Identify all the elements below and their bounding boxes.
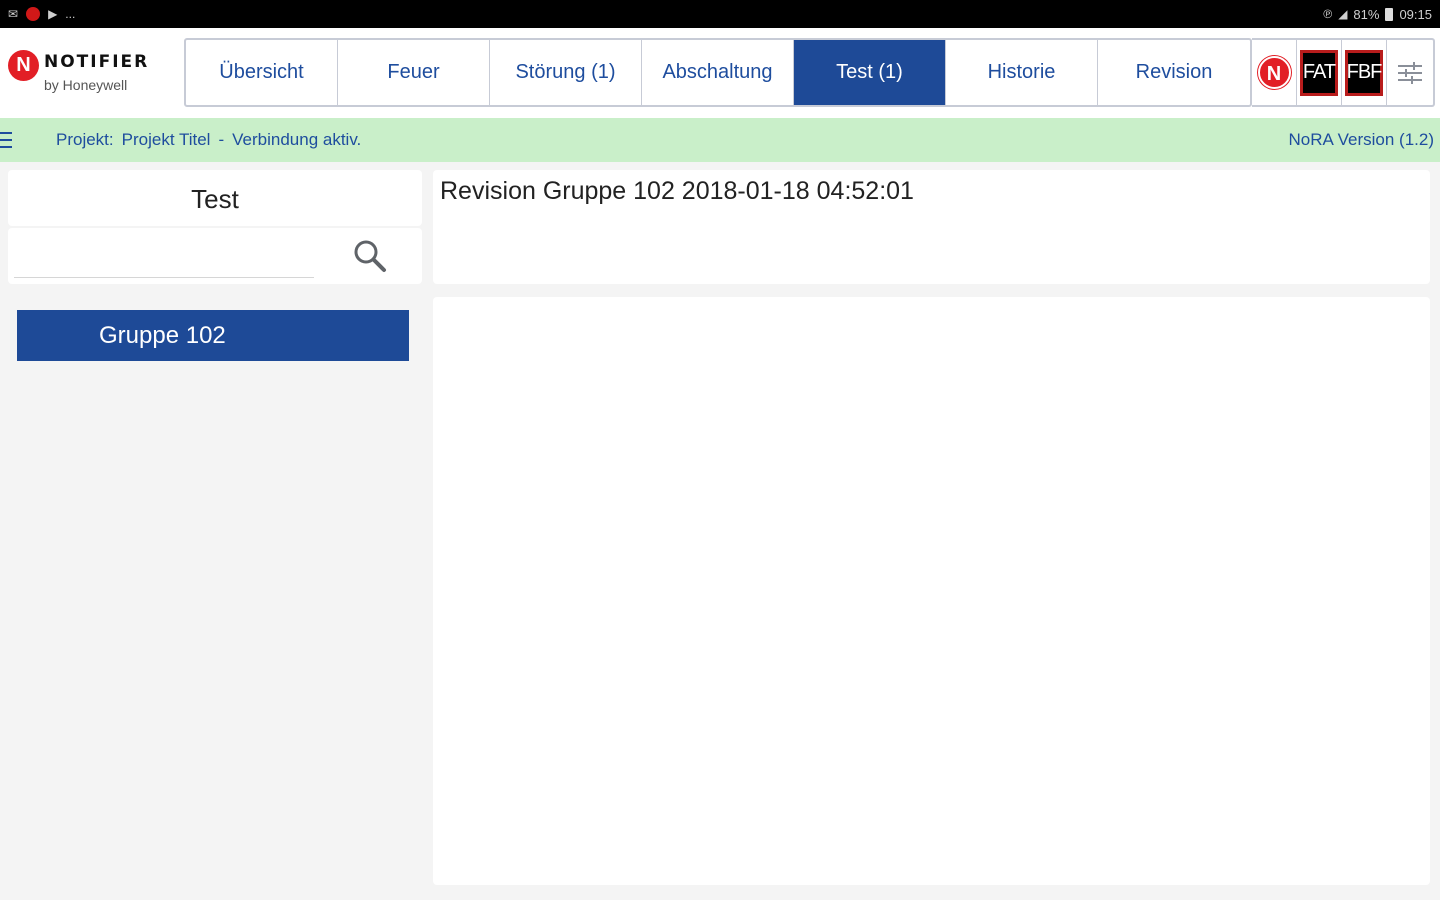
play-icon: ▶ — [48, 7, 58, 21]
search-input[interactable] — [14, 236, 314, 278]
tab-feuer[interactable]: Feuer — [338, 40, 490, 105]
status-bar-left: ✉ ▶ ... — [8, 6, 75, 22]
notifier-logo-sub: by Honeywell — [44, 77, 128, 93]
clock: 09:15 — [1399, 6, 1432, 22]
tab-abschaltung[interactable]: Abschaltung — [642, 40, 794, 105]
hamburger-menu-icon[interactable] — [0, 132, 12, 148]
project-separator: - — [218, 130, 225, 149]
fbf-button[interactable]: FBF — [1342, 40, 1387, 105]
battery-icon — [1385, 7, 1394, 21]
status-bar: ✉ ▶ ... ℗ ◢ 81% 09:15 — [0, 0, 1440, 28]
tab-test[interactable]: Test (1) — [794, 40, 946, 105]
search-card — [8, 228, 422, 284]
tab-uebersicht[interactable]: Übersicht — [186, 40, 338, 105]
battery-percent: 81% — [1353, 6, 1380, 22]
notifier-button[interactable]: N — [1252, 40, 1297, 105]
search-icon[interactable] — [352, 238, 388, 274]
content-area — [433, 297, 1430, 885]
sliders-icon — [1398, 61, 1422, 84]
fat-label: FAT — [1300, 49, 1338, 96]
wifi-icon: ℗ — [1323, 7, 1333, 21]
revision-detail-text: Revision Gruppe 102 2018-01-18 04:52:01 — [440, 177, 914, 205]
tab-revision[interactable]: Revision — [1098, 40, 1250, 105]
settings-button[interactable] — [1387, 40, 1433, 105]
page-title: Test — [191, 184, 239, 214]
opera-icon — [26, 7, 41, 21]
notifier-n-icon: N — [1257, 56, 1291, 89]
fbf-label: FBF — [1345, 49, 1383, 96]
notifier-logo-word: NOTIFIER — [44, 52, 150, 72]
header-tools: N FAT FBF — [1252, 38, 1435, 107]
app-header: N NOTIFIER by Honeywell Übersicht Feuer … — [0, 28, 1440, 118]
notifier-logo-mark: N — [8, 50, 39, 81]
left-title-card: Test — [8, 170, 422, 226]
fat-button[interactable]: FAT — [1297, 40, 1342, 105]
app-version: NoRA Version (1.2) — [1288, 130, 1434, 149]
tab-historie[interactable]: Historie — [946, 40, 1098, 105]
signal-icon: ◢ — [1338, 7, 1348, 21]
mail-icon: ✉ — [8, 7, 19, 21]
project-info: Projekt: Projekt Titel - Verbindung akti… — [56, 130, 361, 150]
project-bar: Projekt: Projekt Titel - Verbindung akti… — [0, 118, 1440, 162]
group-list-item[interactable]: Gruppe 102 — [17, 310, 409, 361]
detail-card: Revision Gruppe 102 2018-01-18 04:52:01 — [433, 170, 1430, 284]
project-label: Projekt: — [56, 130, 114, 149]
notifier-logo: N NOTIFIER by Honeywell — [8, 50, 180, 100]
tab-stoerung[interactable]: Störung (1) — [490, 40, 642, 105]
connection-status: Verbindung aktiv. — [232, 130, 362, 149]
main-tabs: Übersicht Feuer Störung (1) Abschaltung … — [184, 38, 1252, 107]
more-notifications: ... — [65, 7, 76, 21]
status-bar-right: ℗ ◢ 81% 09:15 — [1323, 6, 1432, 22]
project-name: Projekt Titel — [121, 130, 211, 149]
